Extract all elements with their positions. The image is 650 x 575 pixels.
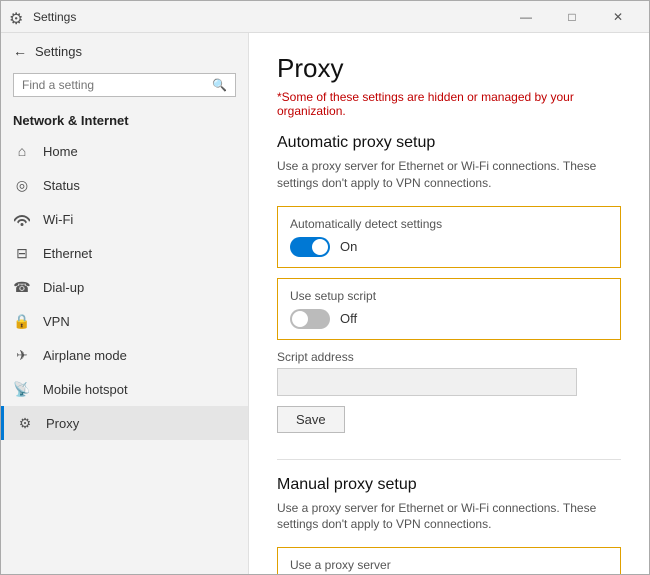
dialup-icon: ☎ <box>13 278 31 296</box>
sidebar-item-vpn[interactable]: 🔒 VPN <box>1 304 248 338</box>
title-bar: ⚙ Settings — □ ✕ <box>1 1 649 33</box>
sidebar-item-hotspot[interactable]: 📡 Mobile hotspot <box>1 372 248 406</box>
maximize-button[interactable]: □ <box>549 1 595 33</box>
manual-section-title: Manual proxy setup <box>277 476 621 494</box>
auto-detect-toggle-row: On <box>290 237 608 257</box>
title-bar-title: Settings <box>33 10 503 24</box>
search-box[interactable]: 🔍 <box>13 73 236 97</box>
window-controls: — □ ✕ <box>503 1 641 33</box>
sidebar-item-proxy-label: Proxy <box>46 416 79 431</box>
sidebar-item-proxy[interactable]: ⚙ Proxy <box>1 406 248 440</box>
setup-script-toggle[interactable] <box>290 309 330 329</box>
use-proxy-label: Use a proxy server <box>290 558 608 572</box>
sidebar-item-wifi[interactable]: Wi-Fi <box>1 202 248 236</box>
auto-detect-label: Automatically detect settings <box>290 217 608 231</box>
sidebar-back-label: Settings <box>35 44 82 59</box>
status-icon: ◎ <box>13 176 31 194</box>
script-address-label: Script address <box>277 350 621 364</box>
auto-detect-thumb <box>312 239 328 255</box>
sidebar-back-button[interactable]: ← Settings <box>1 33 248 69</box>
sidebar-item-status-label: Status <box>43 178 80 193</box>
back-arrow-icon: ← <box>13 43 27 59</box>
sidebar-item-hotspot-label: Mobile hotspot <box>43 382 128 397</box>
setup-script-toggle-row: Off <box>290 309 608 329</box>
setup-script-label: Use setup script <box>290 289 608 303</box>
window-content: ← Settings 🔍 Network & Internet ⌂ Home ◎… <box>1 33 649 574</box>
wifi-icon <box>13 210 31 228</box>
auto-detect-state: On <box>340 239 357 254</box>
minimize-button[interactable]: — <box>503 1 549 33</box>
script-address-input[interactable] <box>277 368 577 396</box>
sidebar-item-dialup-label: Dial-up <box>43 280 84 295</box>
sidebar-item-airplane[interactable]: ✈ Airplane mode <box>1 338 248 372</box>
save-button[interactable]: Save <box>277 406 345 433</box>
proxy-icon: ⚙ <box>16 414 34 432</box>
setup-script-thumb <box>292 311 308 327</box>
hotspot-icon: 📡 <box>13 380 31 398</box>
auto-detect-box: Automatically detect settings On <box>277 206 621 268</box>
main-content: Proxy *Some of these settings are hidden… <box>249 33 649 574</box>
sidebar-section-title: Network & Internet <box>1 105 248 134</box>
sidebar: ← Settings 🔍 Network & Internet ⌂ Home ◎… <box>1 33 249 574</box>
setup-script-state: Off <box>340 311 357 326</box>
sidebar-item-ethernet-label: Ethernet <box>43 246 92 261</box>
setup-script-box: Use setup script Off <box>277 278 621 340</box>
org-notice: *Some of these settings are hidden or ma… <box>277 90 621 118</box>
vpn-icon: 🔒 <box>13 312 31 330</box>
home-icon: ⌂ <box>13 142 31 160</box>
sidebar-item-home[interactable]: ⌂ Home <box>1 134 248 168</box>
sidebar-item-dialup[interactable]: ☎ Dial-up <box>1 270 248 304</box>
ethernet-icon: ⊟ <box>13 244 31 262</box>
sidebar-item-home-label: Home <box>43 144 78 159</box>
settings-window: ⚙ Settings — □ ✕ ← Settings 🔍 Network & … <box>0 0 650 575</box>
settings-icon: ⚙ <box>9 9 25 25</box>
sidebar-item-vpn-label: VPN <box>43 314 70 329</box>
search-icon: 🔍 <box>212 78 227 92</box>
sidebar-item-status[interactable]: ◎ Status <box>1 168 248 202</box>
manual-section-desc: Use a proxy server for Ethernet or Wi-Fi… <box>277 500 621 534</box>
airplane-icon: ✈ <box>13 346 31 364</box>
close-button[interactable]: ✕ <box>595 1 641 33</box>
page-title: Proxy <box>277 53 621 84</box>
use-proxy-box: Use a proxy server Off <box>277 547 621 574</box>
auto-section-title: Automatic proxy setup <box>277 134 621 152</box>
sidebar-item-airplane-label: Airplane mode <box>43 348 127 363</box>
auto-detect-toggle[interactable] <box>290 237 330 257</box>
section-divider <box>277 459 621 460</box>
sidebar-item-wifi-label: Wi-Fi <box>43 212 73 227</box>
search-input[interactable] <box>22 78 212 92</box>
sidebar-item-ethernet[interactable]: ⊟ Ethernet <box>1 236 248 270</box>
auto-section-desc: Use a proxy server for Ethernet or Wi-Fi… <box>277 158 621 192</box>
